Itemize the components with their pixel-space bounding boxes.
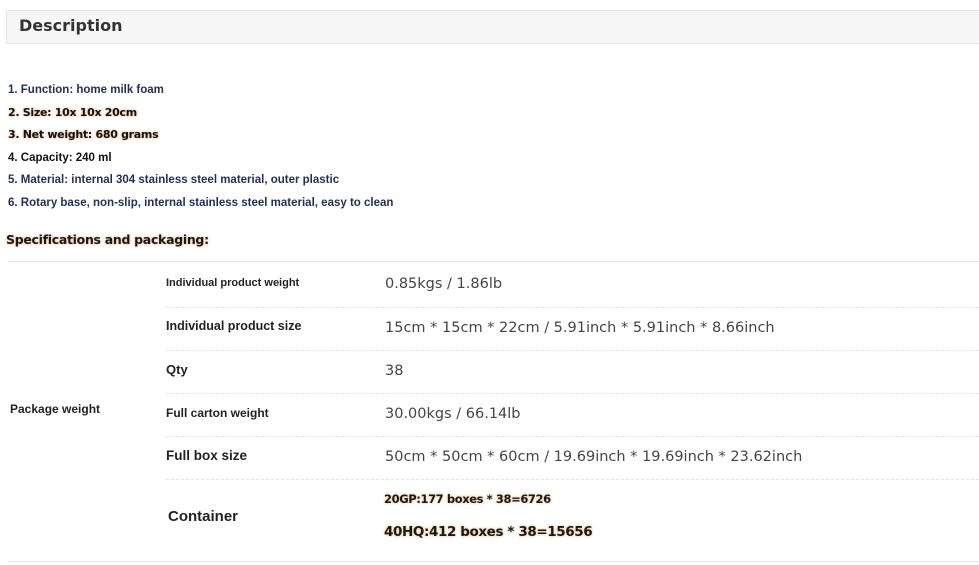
spec-row-box-size: Full box size 50cm * 50cm * 60cm / 19.69…	[166, 437, 979, 480]
specifications-heading: Specifications and packaging:	[6, 232, 209, 247]
feature-item-capacity: 4. Capacity: 240 ml	[8, 151, 112, 164]
spec-label: Individual product size	[166, 319, 302, 333]
spec-label: Container	[168, 508, 239, 525]
feature-item-rotary-base: 6. Rotary base, non-slip, internal stain…	[8, 196, 394, 209]
spec-label: Individual product weight	[166, 277, 300, 289]
container-40hq-line: 40HQ:412 boxes * 38=15656	[384, 524, 593, 540]
spec-value: 50cm * 50cm * 60cm / 19.69inch * 19.69in…	[385, 449, 803, 465]
feature-item-material: 5. Material: internal 304 stainless stee…	[8, 174, 340, 187]
spec-value: 30.00kgs / 66.14lb	[385, 406, 521, 422]
spec-row-carton-weight: Full carton weight 30.00kgs / 66.14lb	[166, 394, 979, 437]
spec-label: Qty	[166, 362, 188, 377]
spec-label: Full box size	[166, 448, 248, 463]
description-title: Description	[19, 16, 123, 35]
description-header: Description	[6, 10, 979, 44]
feature-item-size: 2. Size: 10x 10x 20cm	[8, 105, 137, 119]
feature-item-function: 1. Function: home milk foam	[8, 84, 164, 96]
container-20gp-line: 20GP:177 boxes * 38=6726	[384, 492, 551, 506]
package-weight-group-label: Package weight	[10, 402, 101, 416]
spec-label: Full carton weight	[166, 406, 269, 420]
spec-table-bottom-divider	[8, 561, 979, 562]
feature-list: 1. Function: home milk foam 2. Size: 10x…	[8, 82, 393, 218]
spec-value: 38	[385, 363, 404, 379]
spec-row-qty: Qty 38	[166, 351, 979, 394]
spec-row-individual-weight: Individual product weight 0.85kgs / 1.86…	[166, 262, 979, 308]
feature-item-net-weight: 3. Net weight: 680 grams	[8, 128, 159, 142]
spec-row-container: Container 20GP:177 boxes * 38=6726 40HQ:…	[166, 480, 979, 560]
spec-value: 0.85kgs / 1.86lb	[385, 276, 503, 292]
spec-value: 15cm * 15cm * 22cm / 5.91inch * 5.91inch…	[385, 320, 775, 336]
spec-row-individual-size: Individual product size 15cm * 15cm * 22…	[166, 308, 979, 351]
